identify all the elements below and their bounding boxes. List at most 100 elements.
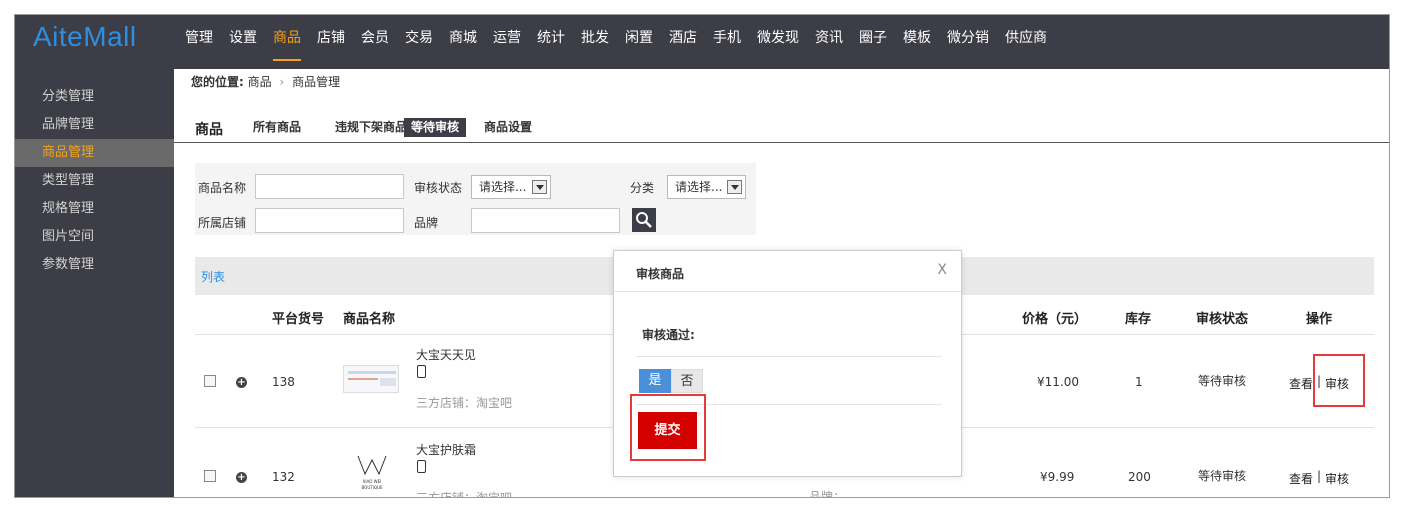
op-separator: | xyxy=(1317,469,1322,483)
nav-item-stats[interactable]: 统计 xyxy=(529,15,573,69)
breadcrumb-prefix: 您的位置: xyxy=(191,75,244,89)
category-select[interactable]: 请选择... xyxy=(667,175,746,199)
nav-item-distribution[interactable]: 微分销 xyxy=(939,15,997,69)
col-header-price: 价格（元） xyxy=(1022,312,1088,327)
product-name-input[interactable] xyxy=(255,174,404,199)
mobile-icon xyxy=(417,365,426,378)
row-stock: 1 xyxy=(1135,375,1143,389)
breadcrumb: 您的位置: 商品 › 商品管理 xyxy=(191,73,340,90)
highlight-box xyxy=(1313,354,1365,407)
sidebar-item-images[interactable]: 图片空间 xyxy=(15,223,174,251)
nav-item-discover[interactable]: 微发现 xyxy=(749,15,807,69)
main-content: 您的位置: 商品 › 商品管理 商品 所有商品 违规下架商品 等待审核 商品设置… xyxy=(174,69,1389,498)
app-window: AiteMall 管理 设置 商品 店铺 会员 交易 商城 运营 统计 批发 闲… xyxy=(14,14,1390,498)
row-product-name[interactable]: 大宝护肤霜 xyxy=(416,441,476,458)
category-value: 请选择... xyxy=(675,180,723,194)
row-brand-label: 品牌： xyxy=(809,490,846,498)
section-title: 商品 xyxy=(195,122,223,138)
sidebar-item-types[interactable]: 类型管理 xyxy=(15,167,174,195)
expand-icon[interactable]: + xyxy=(236,472,247,483)
audit-yes-button[interactable]: 是 xyxy=(639,369,671,393)
breadcrumb-separator: › xyxy=(279,75,285,89)
audit-pass-label: 审核通过: xyxy=(642,328,695,342)
row-shop: 三方店铺：淘宝吧 xyxy=(416,491,513,498)
row-sku: 138 xyxy=(272,375,295,389)
dialog-header: 审核商品 X xyxy=(614,251,961,292)
sidebar-item-products[interactable]: 商品管理 xyxy=(15,139,174,167)
top-bar: AiteMall 管理 设置 商品 店铺 会员 交易 商城 运营 统计 批发 闲… xyxy=(15,15,1389,69)
nav-item-supplier[interactable]: 供应商 xyxy=(997,15,1055,69)
audit-status-select[interactable]: 请选择... xyxy=(471,175,551,199)
col-header-sku: 平台货号 xyxy=(272,312,325,327)
row-checkbox[interactable] xyxy=(204,375,216,387)
brand-logo[interactable]: AiteMall xyxy=(33,21,137,53)
filter-panel: 商品名称 审核状态 请选择... 分类 请选择... 所属店铺 品牌 xyxy=(195,163,756,235)
nav-item-operation[interactable]: 运营 xyxy=(485,15,529,69)
col-header-stock: 库存 xyxy=(1125,312,1152,327)
row-price: ¥9.99 xyxy=(1040,470,1075,484)
product-thumbnail[interactable] xyxy=(343,365,399,393)
nav-item-circle[interactable]: 圈子 xyxy=(851,15,895,69)
col-header-ops: 操作 xyxy=(1306,312,1333,327)
row-status: 等待审核 xyxy=(1198,469,1247,483)
audit-dialog: 审核商品 X 审核通过: 是 否 提交 xyxy=(613,250,962,477)
list-title: 列表 xyxy=(201,270,226,284)
nav-item-products[interactable]: 商品 xyxy=(265,15,309,69)
brand-input[interactable] xyxy=(471,208,620,233)
nav-item-templates[interactable]: 模板 xyxy=(895,15,939,69)
search-button[interactable] xyxy=(632,208,656,232)
sidebar-item-category[interactable]: 分类管理 xyxy=(15,83,174,111)
nav-item-trade[interactable]: 交易 xyxy=(397,15,441,69)
sidebar-item-brand[interactable]: 品牌管理 xyxy=(15,111,174,139)
row-price: ¥11.00 xyxy=(1037,375,1079,389)
chevron-down-icon xyxy=(532,180,547,194)
product-thumbnail[interactable]: XIAO WEI BOUTIQUE xyxy=(354,452,390,492)
row-shop: 三方店铺：淘宝吧 xyxy=(416,396,513,410)
sidebar-item-params[interactable]: 参数管理 xyxy=(15,251,174,279)
breadcrumb-level1[interactable]: 商品 xyxy=(248,75,272,89)
dialog-title: 审核商品 xyxy=(636,267,685,281)
nav-item-mobile[interactable]: 手机 xyxy=(705,15,749,69)
divider xyxy=(636,356,942,357)
main-nav: 管理 设置 商品 店铺 会员 交易 商城 运营 统计 批发 闲置 酒店 手机 微… xyxy=(177,15,1055,69)
shop-label: 所属店铺 xyxy=(198,216,247,230)
audit-no-button[interactable]: 否 xyxy=(671,369,703,393)
search-icon xyxy=(636,212,652,228)
breadcrumb-level2: 商品管理 xyxy=(292,75,341,89)
nav-item-idle[interactable]: 闲置 xyxy=(617,15,661,69)
mobile-icon xyxy=(417,460,426,473)
category-label: 分类 xyxy=(630,181,655,195)
tab-pending-audit[interactable]: 等待审核 xyxy=(404,118,467,137)
brand-logo-mark xyxy=(357,455,387,476)
row-stock: 200 xyxy=(1128,470,1151,484)
product-name-label: 商品名称 xyxy=(198,181,247,195)
tab-product-settings[interactable]: 商品设置 xyxy=(477,118,539,137)
nav-item-mall[interactable]: 商城 xyxy=(441,15,485,69)
tab-violation-removed[interactable]: 违规下架商品 xyxy=(328,118,414,137)
expand-icon[interactable]: + xyxy=(236,377,247,388)
thumbnail-brand-subtitle: BOUTIQUE xyxy=(361,485,383,490)
tab-all-products[interactable]: 所有商品 xyxy=(246,118,308,137)
row-product-name[interactable]: 大宝天天见 xyxy=(416,346,476,363)
shop-input[interactable] xyxy=(255,208,404,233)
view-link[interactable]: 查看 xyxy=(1289,375,1313,392)
nav-item-members[interactable]: 会员 xyxy=(353,15,397,69)
nav-item-wholesale[interactable]: 批发 xyxy=(573,15,617,69)
tab-bar: 商品 所有商品 违规下架商品 等待审核 商品设置 xyxy=(174,117,1389,143)
sidebar: 分类管理 品牌管理 商品管理 类型管理 规格管理 图片空间 参数管理 xyxy=(15,69,174,497)
nav-item-news[interactable]: 资讯 xyxy=(807,15,851,69)
row-checkbox[interactable] xyxy=(204,470,216,482)
audit-status-label: 审核状态 xyxy=(414,181,463,195)
row-status: 等待审核 xyxy=(1198,374,1247,388)
nav-item-hotel[interactable]: 酒店 xyxy=(661,15,705,69)
nav-item-shops[interactable]: 店铺 xyxy=(309,15,353,69)
nav-item-settings[interactable]: 设置 xyxy=(221,15,265,69)
audit-link[interactable]: 审核 xyxy=(1325,470,1349,487)
audit-status-value: 请选择... xyxy=(479,180,527,194)
highlight-box xyxy=(630,394,706,461)
view-link[interactable]: 查看 xyxy=(1289,470,1313,487)
nav-item-admin[interactable]: 管理 xyxy=(177,15,221,69)
sidebar-item-specs[interactable]: 规格管理 xyxy=(15,195,174,223)
row-sku: 132 xyxy=(272,470,295,484)
close-icon[interactable]: X xyxy=(937,262,947,278)
